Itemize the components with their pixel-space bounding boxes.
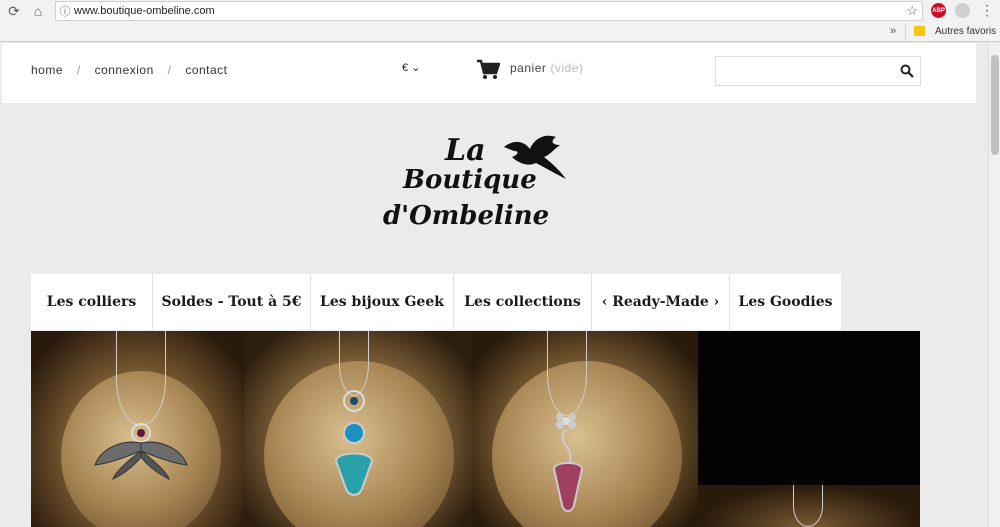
menu-item-goodies[interactable]: Les Goodies [730, 274, 841, 330]
banner-image-necklace-blue[interactable] [244, 331, 472, 527]
cart-link[interactable]: panier (vide) [510, 61, 583, 75]
main-menu: Les colliers Soldes - Tout à 5€ Les bijo… [31, 274, 841, 330]
dragon-icon [504, 135, 566, 179]
bookmarks-divider [905, 25, 906, 39]
bookmarks-folder-other[interactable]: Autres favoris [935, 26, 996, 37]
necklace-chain [547, 331, 587, 416]
cart-icon[interactable] [476, 59, 500, 81]
banner-image-dark[interactable] [698, 331, 920, 527]
flower-pendant-icon [552, 413, 584, 512]
nav-separator: / [76, 63, 81, 77]
site-header: home / connexion / contact € ⌄ panier (vi… [2, 43, 976, 103]
bookmark-star-icon[interactable]: ☆ [906, 3, 918, 19]
bookmarks-overflow-icon[interactable]: » [890, 25, 896, 37]
nav-separator: / [167, 63, 172, 77]
wing-pendant-icon [94, 423, 188, 480]
info-icon[interactable]: ⓘ [56, 3, 74, 19]
nav-link-connexion[interactable]: connexion [95, 63, 154, 77]
banner-image-necklace-wings[interactable] [31, 331, 244, 527]
scrollbar[interactable] [988, 43, 1000, 527]
menu-item-bijoux-geek[interactable]: Les bijoux Geek [311, 274, 454, 330]
url-text: www.boutique-ombeline.com [74, 5, 215, 17]
nav-link-home[interactable]: home [31, 63, 63, 77]
banner-image-necklace-flower[interactable] [472, 331, 698, 527]
necklace-chain [793, 485, 823, 527]
site-logo[interactable]: La Boutique d'Ombeline [380, 133, 580, 243]
cart-status: (vide) [550, 61, 584, 75]
browser-menu-icon[interactable]: ⋮ [980, 2, 994, 19]
search-input[interactable] [715, 56, 921, 86]
webpage: home / connexion / contact € ⌄ panier (vi… [0, 43, 988, 527]
extension-icon[interactable] [955, 3, 970, 18]
nav-link-contact[interactable]: contact [185, 63, 227, 77]
necklace-chain [116, 331, 166, 426]
menu-item-ready-made[interactable]: ‹ Ready-Made › [592, 274, 730, 330]
reload-icon[interactable]: ⟳ [4, 1, 24, 21]
adblock-extension-icon[interactable]: ABP [931, 3, 946, 18]
top-nav: home / connexion / contact [31, 63, 238, 77]
search-icon[interactable] [900, 64, 914, 78]
menu-item-colliers[interactable]: Les colliers [31, 274, 153, 330]
menu-item-soldes[interactable]: Soldes - Tout à 5€ [153, 274, 311, 330]
bookmarks-bar: » Autres favoris [0, 22, 1000, 42]
cart-label: panier [510, 61, 547, 75]
home-icon[interactable]: ⌂ [28, 1, 48, 21]
logo-line-la: La [445, 133, 486, 168]
blue-pendant-icon [334, 390, 374, 496]
product-banner[interactable] [31, 331, 920, 527]
scrollbar-thumb[interactable] [991, 55, 999, 155]
currency-selector[interactable]: € ⌄ [402, 61, 420, 74]
browser-toolbar: ⟳ ⌂ ⓘ www.boutique-ombeline.com ☆ ABP ⋮ [0, 0, 1000, 22]
folder-icon [914, 26, 925, 36]
address-bar[interactable]: ⓘ www.boutique-ombeline.com ☆ [55, 1, 923, 21]
necklace-chain [339, 331, 369, 396]
menu-item-collections[interactable]: Les collections [454, 274, 592, 330]
logo-line-ombeline: d'Ombeline [383, 201, 550, 231]
